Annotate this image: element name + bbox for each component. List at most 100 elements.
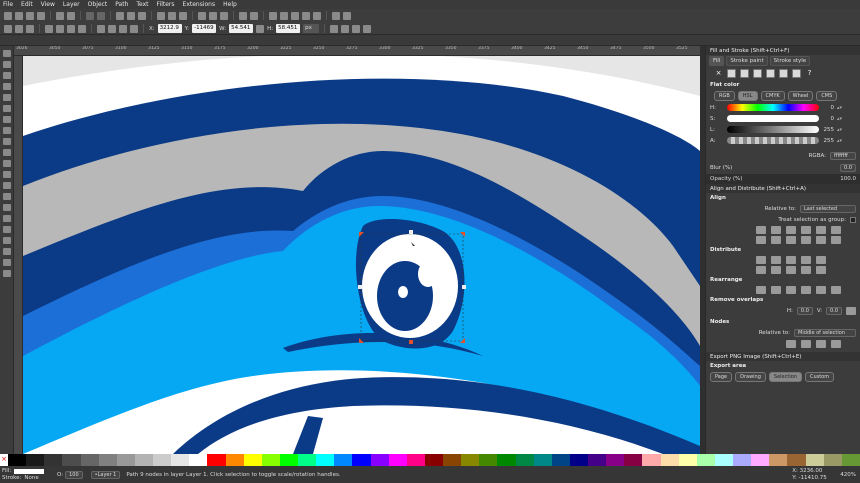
skew-handle-right[interactable] [462, 285, 466, 289]
align-left-icon[interactable] [756, 226, 766, 234]
swatch[interactable] [26, 454, 45, 466]
radial-gradient-icon[interactable] [753, 69, 762, 78]
v-gap-field[interactable]: 0.0 [826, 307, 842, 315]
swatch[interactable] [533, 454, 552, 466]
xml-editor-icon[interactable] [302, 11, 310, 20]
zoom-tool-icon[interactable] [3, 83, 11, 90]
align-right-icon[interactable] [786, 226, 796, 234]
align-top-edge-icon[interactable] [801, 236, 811, 244]
open-icon[interactable] [15, 11, 23, 20]
swatch[interactable] [116, 454, 135, 466]
fill-stroke-title[interactable]: Fill and Stroke (Shift+Ctrl+F) [706, 46, 860, 55]
eraser-tool-icon[interactable] [3, 215, 11, 222]
tab-stroke-style[interactable]: Stroke style [769, 56, 811, 66]
move-patterns-icon[interactable] [363, 24, 372, 33]
saturation-slider[interactable] [727, 115, 819, 122]
swatch[interactable] [569, 454, 588, 466]
swatch[interactable] [352, 454, 371, 466]
swatch[interactable] [243, 454, 262, 466]
raise-top-icon[interactable] [97, 24, 105, 33]
color-palette[interactable]: × [0, 454, 860, 466]
text-tool-icon[interactable] [3, 193, 11, 200]
align-center-v-icon[interactable] [771, 236, 781, 244]
swatch[interactable] [624, 454, 643, 466]
fill-stroke-indicator[interactable]: Fill: Stroke: None [0, 468, 55, 482]
layers-icon[interactable] [291, 11, 299, 20]
undo-icon[interactable] [86, 11, 94, 20]
swatch[interactable] [515, 454, 534, 466]
slider-s-value[interactable]: 0 [822, 116, 835, 122]
distribute-left-icon[interactable] [756, 256, 766, 264]
distribute-baseline-icon[interactable] [816, 256, 826, 264]
preferences-icon[interactable] [332, 11, 340, 20]
export-icon[interactable] [67, 11, 75, 20]
swatch[interactable] [714, 454, 733, 466]
ellipse-tool-icon[interactable] [3, 127, 11, 134]
ungroup-icon[interactable] [250, 11, 258, 20]
skew-handle-bottom[interactable] [409, 340, 413, 344]
swatch[interactable] [588, 454, 607, 466]
export-page-button[interactable]: Page [710, 372, 733, 382]
align-center-h-icon[interactable] [771, 226, 781, 234]
swatch[interactable] [660, 454, 679, 466]
flip-v-icon[interactable] [78, 24, 86, 33]
align-top-icon[interactable] [756, 236, 766, 244]
align-right-edge-icon[interactable] [816, 226, 826, 234]
drawing-canvas[interactable] [23, 56, 700, 454]
swatch-icon[interactable] [792, 69, 801, 78]
distribute-top-icon[interactable] [756, 266, 766, 274]
menu-extensions[interactable]: Extensions [183, 1, 216, 8]
distribute-right-icon[interactable] [786, 256, 796, 264]
swatch[interactable] [606, 454, 625, 466]
rect-tool-icon[interactable] [3, 105, 11, 112]
swatch[interactable] [497, 454, 516, 466]
raise-icon[interactable] [108, 24, 116, 33]
select-all-layers-icon[interactable] [15, 24, 23, 33]
hue-slider[interactable] [727, 104, 819, 111]
align-bottom-icon[interactable] [786, 236, 796, 244]
swatch[interactable] [696, 454, 715, 466]
rotate-cw-icon[interactable] [56, 24, 64, 33]
select-all-icon[interactable] [4, 24, 12, 33]
calligraphy-tool-icon[interactable] [3, 182, 11, 189]
scale-corners-icon[interactable] [341, 24, 350, 33]
pattern-icon[interactable] [779, 69, 788, 78]
zoom-label[interactable]: 420% [840, 472, 856, 478]
bucket-tool-icon[interactable] [3, 226, 11, 233]
import-icon[interactable] [56, 11, 64, 20]
rgba-field[interactable]: ffffffff [830, 152, 856, 160]
swatch[interactable] [443, 454, 462, 466]
zoom-drawing-icon[interactable] [168, 11, 176, 20]
relative-select[interactable]: Last selected [800, 205, 856, 213]
menu-edit[interactable]: Edit [21, 1, 33, 8]
flip-h-icon[interactable] [67, 24, 75, 33]
export-drawing-button[interactable]: Drawing [735, 372, 766, 382]
h-gap-field[interactable]: 0.0 [796, 307, 813, 315]
swatch[interactable] [805, 454, 824, 466]
tab-fill[interactable]: Fill [709, 56, 725, 66]
print-icon[interactable] [37, 11, 45, 20]
swatch[interactable] [134, 454, 153, 466]
swatch[interactable] [298, 454, 317, 466]
distribute-vgaps-icon[interactable] [801, 266, 811, 274]
gradient-tool-icon[interactable] [3, 237, 11, 244]
zoom-page-icon[interactable] [179, 11, 187, 20]
swatch[interactable] [642, 454, 661, 466]
group-icon[interactable] [239, 11, 247, 20]
randomize-icon[interactable] [801, 286, 811, 294]
tweak-tool-icon[interactable] [3, 72, 11, 79]
zoom-selection-icon[interactable] [157, 11, 165, 20]
swatch[interactable] [225, 454, 244, 466]
swatch[interactable] [207, 454, 226, 466]
menu-text[interactable]: Text [136, 1, 148, 8]
swatch[interactable] [406, 454, 425, 466]
swatch[interactable] [388, 454, 407, 466]
swatch[interactable] [80, 454, 99, 466]
menu-filters[interactable]: Filters [157, 1, 175, 8]
align-left-edge-icon[interactable] [801, 226, 811, 234]
swatch[interactable] [769, 454, 788, 466]
swatch[interactable] [62, 454, 81, 466]
duplicate-icon[interactable] [198, 11, 206, 20]
y-field[interactable]: -11469 [192, 24, 217, 33]
flat-color-icon[interactable] [727, 69, 736, 78]
